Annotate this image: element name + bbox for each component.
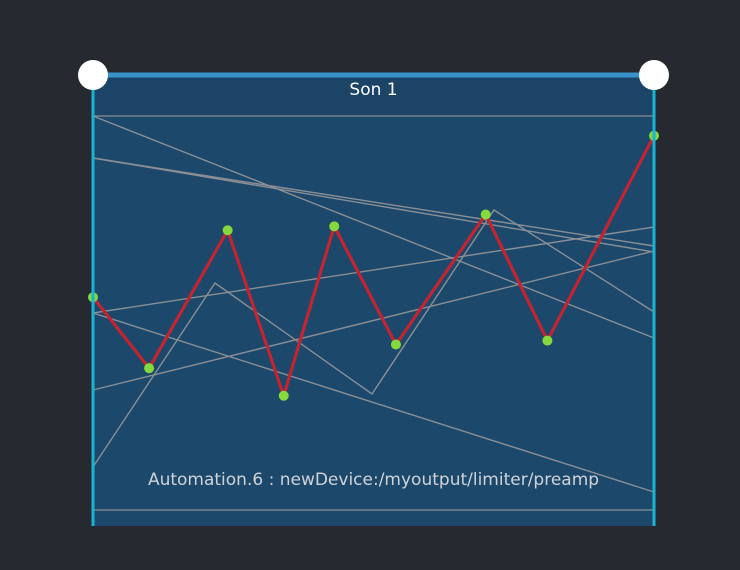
start-handle-icon[interactable] xyxy=(78,60,108,90)
curve-point[interactable] xyxy=(144,363,155,374)
curve-point[interactable] xyxy=(278,390,289,401)
score-view: Son 1 Automation.6 : newDevice:/myoutput… xyxy=(0,0,740,570)
curve-point[interactable] xyxy=(542,335,553,346)
curve-point[interactable] xyxy=(222,225,233,236)
automation-canvas xyxy=(78,60,669,526)
end-handle-icon[interactable] xyxy=(639,60,669,90)
slot-header[interactable] xyxy=(93,76,654,116)
curve-point[interactable] xyxy=(329,221,340,232)
curve-point[interactable] xyxy=(390,339,401,350)
curve-point[interactable] xyxy=(480,209,491,220)
